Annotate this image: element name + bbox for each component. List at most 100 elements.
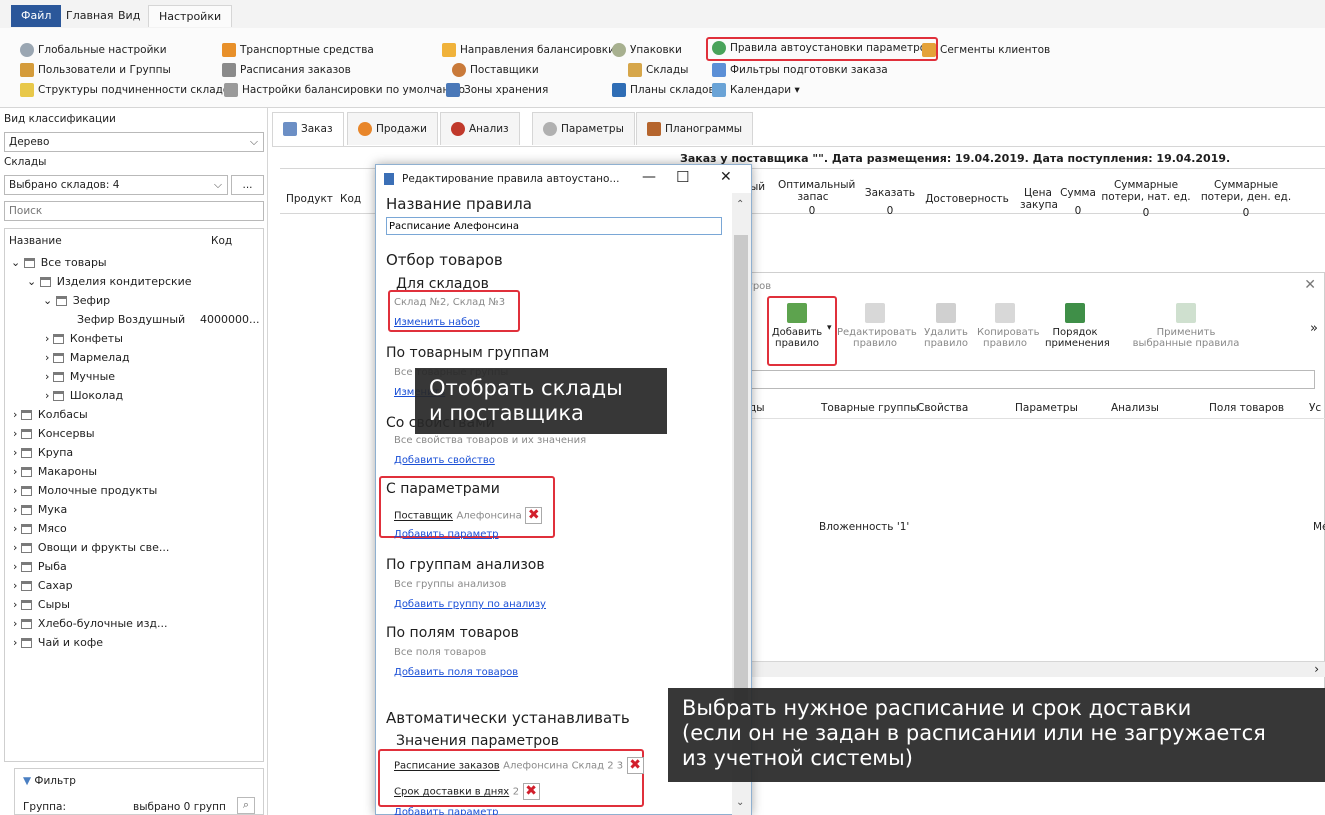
packages-button[interactable]: Упаковки [612, 42, 682, 59]
calendars-button[interactable]: Календари ▾ [712, 82, 800, 99]
col-optimal[interactable]: Оптимальный запас [778, 179, 855, 203]
storage-zones-button[interactable]: Зоны хранения [446, 82, 548, 99]
warehouses-select[interactable]: Выбрано складов: 4 ⌵ [4, 175, 228, 195]
close-button[interactable]: ✕ [720, 169, 732, 185]
tab-analysis[interactable]: Анализ [440, 112, 520, 145]
tree-node[interactable]: › Макароны [13, 462, 97, 481]
rules-dialog-close[interactable]: ✕ [1304, 277, 1316, 293]
filter-header[interactable]: ▼ Фильтр [23, 775, 76, 787]
rule-row-groups[interactable]: Вложенность '1' [819, 521, 909, 533]
horizontal-scrollbar[interactable]: › [741, 661, 1325, 677]
tree-node[interactable]: › Мясо [13, 519, 67, 538]
client-segments-button[interactable]: Сегменты клиентов [922, 42, 1050, 59]
tab-order[interactable]: Заказ [272, 112, 344, 146]
change-set-link[interactable]: Изменить набор [394, 317, 480, 328]
col-loss-nat[interactable]: Суммарные потери, нат. ед. [1098, 179, 1194, 203]
col-name-header[interactable]: Название [9, 235, 62, 247]
apply-order-button[interactable]: Порядок применения [1045, 303, 1110, 349]
col-code-header[interactable]: Код [211, 235, 232, 247]
tree-node[interactable]: › Мармелад [45, 348, 130, 367]
maximize-button[interactable]: ☐ [676, 168, 689, 186]
toolbar-more-button[interactable]: » [1310, 321, 1318, 336]
col-order[interactable]: Заказать [860, 187, 920, 199]
col-partial[interactable]: ый [750, 181, 765, 193]
warehouses-button[interactable]: Склады [628, 62, 688, 79]
edit-rule-button[interactable]: Редактировать правило [837, 303, 917, 349]
col-price[interactable]: Цена закупа [1020, 187, 1058, 211]
tree-node[interactable]: ⌄ Все товары [11, 253, 107, 272]
tree-node[interactable]: ⌄ Изделия кондитерские [27, 272, 192, 291]
tree-node[interactable]: › Консервы [13, 424, 95, 443]
col-code[interactable]: Код [340, 193, 361, 205]
balancing-directions-button[interactable]: Направления балансировки [442, 42, 615, 59]
tree-node[interactable]: › Молочные продукты [13, 481, 157, 500]
group-search-button[interactable]: ⌕ [237, 797, 255, 814]
col-props[interactable]: Свойства [917, 402, 968, 414]
tree-node[interactable]: › Хлебо-булочные изд... [13, 614, 168, 633]
rule-name-input[interactable] [386, 217, 722, 235]
col-sum[interactable]: Сумма [1058, 187, 1098, 199]
users-groups-button[interactable]: Пользователи и Группы [20, 62, 171, 79]
add-param-link[interactable]: Добавить параметр [394, 529, 499, 540]
col-params[interactable]: Параметры [1015, 402, 1078, 414]
warehouse-plans-button[interactable]: Планы складов [612, 82, 715, 99]
rule-row-more[interactable]: Ме [1313, 521, 1325, 533]
tree-node[interactable]: › Шоколад [45, 386, 123, 405]
tab-view[interactable]: Вид [108, 5, 150, 27]
tree-node[interactable]: › Сахар [13, 576, 73, 595]
remove-delivery-button[interactable]: ✖ [522, 783, 540, 800]
add-fields-link[interactable]: Добавить поля товаров [394, 667, 518, 678]
param-supplier-name[interactable]: Поставщик [394, 511, 453, 522]
default-balancing-button[interactable]: Настройки балансировки по умолчанию [224, 82, 465, 99]
tab-sales[interactable]: Продажи [347, 112, 438, 145]
suppliers-button[interactable]: Поставщики [452, 62, 539, 79]
delete-rule-button[interactable]: Удалить правило [923, 303, 969, 349]
scroll-thumb[interactable] [734, 235, 748, 705]
apply-selected-button[interactable]: Применить выбранные правила [1131, 303, 1241, 349]
col-product[interactable]: Продукт [286, 193, 333, 205]
tab-settings[interactable]: Настройки [148, 5, 233, 27]
classification-select[interactable]: Дерево ⌵ [4, 132, 264, 152]
scroll-right-arrow[interactable]: › [1314, 662, 1319, 676]
remove-supplier-button[interactable]: ✖ [525, 507, 543, 524]
col-fields[interactable]: Поля товаров [1209, 402, 1284, 414]
tree-node[interactable]: › Чай и кофе [13, 633, 103, 652]
add-prop-link[interactable]: Добавить свойство [394, 455, 495, 466]
tree-node[interactable]: › Рыба [13, 557, 67, 576]
add-param2-link[interactable]: Добавить параметр [394, 807, 499, 815]
delivery-param-name[interactable]: Срок доставки в днях [394, 787, 509, 798]
tree-node[interactable]: › Конфеты [45, 329, 123, 348]
tree-node[interactable]: ⌄ Зефир [43, 291, 110, 310]
col-reliability[interactable]: Достоверность [922, 193, 1012, 205]
tree-node[interactable]: › Мука [13, 500, 67, 519]
add-analysis-link[interactable]: Добавить группу по анализу [394, 599, 546, 610]
warehouse-structures-button[interactable]: Структуры подчиненности складов [20, 82, 236, 99]
tree-leaf[interactable]: Зефир Воздушный [77, 310, 185, 329]
search-input[interactable] [4, 201, 264, 221]
autoset-rules-button[interactable]: Правила автоустановки параметров [706, 37, 939, 61]
minimize-button[interactable]: — [642, 169, 656, 185]
global-settings-button[interactable]: Глобальные настройки [20, 42, 167, 59]
tab-file[interactable]: Файл [11, 5, 62, 27]
warehouses-more-button[interactable]: ... [231, 175, 264, 195]
scroll-up-arrow[interactable]: ⌃ [736, 199, 744, 210]
tab-planograms[interactable]: Планограммы [636, 112, 754, 145]
tree-node[interactable]: › Колбасы [13, 405, 88, 424]
order-filters-button[interactable]: Фильтры подготовки заказа [712, 62, 888, 79]
tree-node[interactable]: › Мучные [45, 367, 115, 386]
copy-rule-button[interactable]: Копировать правило [977, 303, 1039, 349]
tree-node[interactable]: › Овощи и фрукты све... [13, 538, 169, 557]
tab-parameters[interactable]: Параметры [532, 112, 635, 145]
scroll-down-arrow[interactable]: ⌄ [736, 797, 744, 808]
remove-schedule-button[interactable]: ✖ [626, 757, 644, 774]
schedule-param-name[interactable]: Расписание заказов [394, 761, 500, 772]
vehicles-button[interactable]: Транспортные средства [222, 42, 374, 59]
add-rule-button[interactable]: Добавить правило [769, 303, 825, 349]
rules-search-input[interactable] [741, 370, 1315, 389]
col-groups[interactable]: Товарные группы [821, 402, 919, 414]
col-more[interactable]: Ус [1309, 402, 1321, 414]
col-analyses[interactable]: Анализы [1111, 402, 1159, 414]
tree-node[interactable]: › Крупа [13, 443, 73, 462]
tree-node[interactable]: › Сыры [13, 595, 70, 614]
order-schedules-button[interactable]: Расписания заказов [222, 62, 351, 79]
